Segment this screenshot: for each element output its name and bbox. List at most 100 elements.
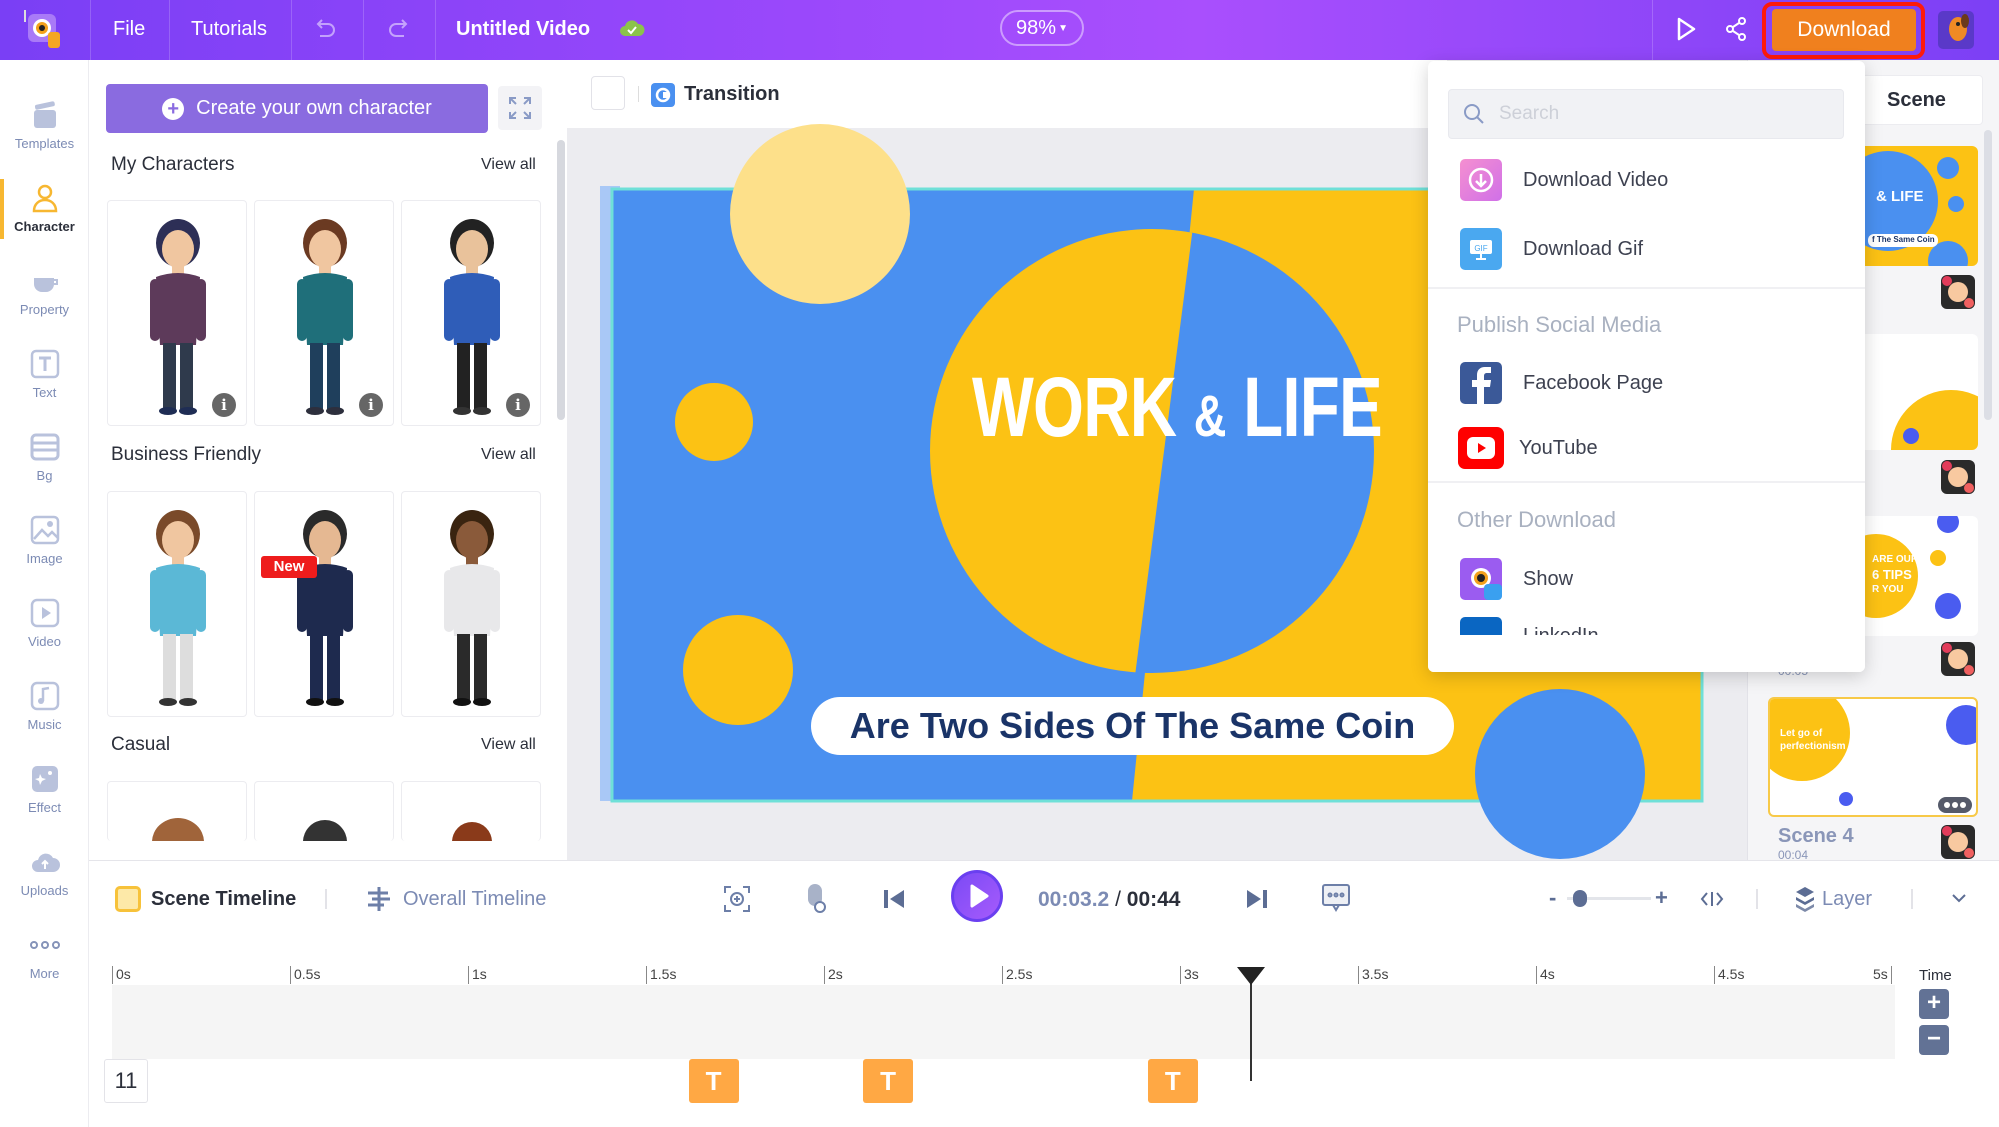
- time-zoom-in-button[interactable]: +: [1919, 989, 1949, 1019]
- transition-label[interactable]: Transition: [684, 83, 780, 106]
- app-logo[interactable]: [20, 8, 68, 52]
- sidebar-item-text[interactable]: Text: [0, 337, 89, 417]
- download-button[interactable]: Download: [1772, 9, 1916, 51]
- chevron-down-icon[interactable]: [1951, 891, 1967, 909]
- view-all-link[interactable]: View all: [481, 446, 536, 464]
- sidebar-item-character[interactable]: Character: [0, 171, 89, 251]
- view-all-link[interactable]: View all: [481, 156, 536, 174]
- info-icon[interactable]: i: [359, 393, 383, 417]
- play-button[interactable]: [951, 870, 1003, 922]
- sidebar-item-bg[interactable]: Bg: [0, 420, 89, 500]
- undo-icon[interactable]: [314, 16, 338, 45]
- sidebar-item-uploads[interactable]: Uploads: [0, 835, 89, 915]
- user-avatar[interactable]: [1938, 11, 1974, 49]
- time-zoom-out-button[interactable]: −: [1919, 1025, 1949, 1055]
- character-card[interactable]: [254, 781, 394, 841]
- character-card[interactable]: i: [401, 200, 541, 426]
- scene-character-avatar[interactable]: [1941, 275, 1975, 309]
- menu-label: YouTube: [1519, 436, 1598, 459]
- zoom-dropdown[interactable]: 98% ▼: [1000, 10, 1084, 46]
- scene-character-avatar[interactable]: [1941, 642, 1975, 676]
- microphone-icon[interactable]: [803, 883, 827, 920]
- camera-focus-icon[interactable]: [723, 885, 751, 918]
- thumb-line: R YOU: [1872, 584, 1904, 595]
- next-icon[interactable]: [1245, 887, 1269, 916]
- scene-thumbnail-4[interactable]: Let go of perfectionism: [1768, 697, 1978, 817]
- character-card[interactable]: [401, 491, 541, 717]
- download-search-input[interactable]: Search: [1448, 89, 1844, 139]
- menu-download-gif[interactable]: GIF Download Gif: [1428, 219, 1865, 279]
- transition-icon[interactable]: [651, 83, 675, 107]
- text-block[interactable]: T: [863, 1059, 914, 1103]
- sidebar-item-effect[interactable]: Effect: [0, 752, 89, 832]
- ruler-tick: 1.5s: [646, 966, 676, 984]
- slide-title[interactable]: WORK & LIFE: [972, 359, 1383, 456]
- panel-scrollbar[interactable]: [557, 140, 565, 420]
- timeline-track[interactable]: [112, 985, 1895, 1059]
- character-panel: + Create your own character My Character…: [89, 60, 567, 860]
- character-card[interactable]: i: [107, 200, 247, 426]
- thumb-text: Let go of perfectionism: [1780, 728, 1846, 752]
- project-title[interactable]: Untitled Video: [456, 18, 590, 41]
- layer-button[interactable]: Layer: [1822, 888, 1872, 911]
- scene-scrollbar[interactable]: [1984, 130, 1992, 420]
- menu-youtube[interactable]: YouTube: [1428, 418, 1865, 478]
- info-icon[interactable]: i: [506, 393, 530, 417]
- sidebar-item-property[interactable]: Property: [0, 254, 89, 334]
- menu-file[interactable]: File: [113, 18, 145, 41]
- thumb-title: & LIFE: [1876, 188, 1924, 205]
- zoom-minus-icon[interactable]: -: [1549, 885, 1556, 911]
- section-title: My Characters: [111, 154, 235, 175]
- scene-name[interactable]: Scene 4: [1778, 825, 1854, 848]
- subtitle-icon[interactable]: [1321, 883, 1351, 920]
- create-character-button[interactable]: + Create your own character: [106, 84, 488, 133]
- text-block[interactable]: T: [1147, 1059, 1198, 1103]
- menu-facebook-page[interactable]: Facebook Page: [1428, 353, 1865, 413]
- sidebar-item-more[interactable]: More: [0, 918, 89, 998]
- sidebar-item-label: Bg: [36, 468, 53, 483]
- info-icon[interactable]: i: [212, 393, 236, 417]
- sidebar-item-templates[interactable]: Templates: [0, 88, 89, 168]
- character-card[interactable]: [107, 781, 247, 841]
- menu-linkedin[interactable]: LinkedIn: [1428, 615, 1865, 635]
- playhead-handle[interactable]: [1237, 967, 1266, 985]
- share-icon[interactable]: [1724, 16, 1748, 47]
- image-icon: [30, 515, 59, 545]
- sidebar-item-label: Image: [26, 551, 63, 566]
- menu-download-video[interactable]: Download Video: [1428, 150, 1865, 210]
- menu-show[interactable]: Show: [1428, 549, 1865, 609]
- preview-play-icon[interactable]: [1674, 15, 1698, 48]
- expand-icon[interactable]: [498, 86, 542, 130]
- fit-width-icon[interactable]: [1700, 887, 1724, 916]
- sidebar-item-label: Uploads: [20, 883, 69, 898]
- tab-scene-timeline[interactable]: Scene Timeline: [151, 888, 296, 911]
- redo-icon[interactable]: [386, 16, 410, 45]
- character-card[interactable]: [401, 781, 541, 841]
- character-card[interactable]: [254, 491, 394, 717]
- sidebar-item-video[interactable]: Video: [0, 586, 89, 666]
- ruler-tick: 3s: [1180, 966, 1199, 984]
- timeline-zoom-slider[interactable]: - +: [1549, 883, 1669, 913]
- tab-overall-timeline[interactable]: Overall Timeline: [403, 888, 546, 911]
- zoom-plus-icon[interactable]: +: [1655, 885, 1668, 911]
- sidebar-item-image[interactable]: Image: [0, 503, 89, 583]
- previous-icon[interactable]: [882, 887, 906, 916]
- gif-icon: GIF: [1460, 228, 1502, 270]
- character-card[interactable]: [107, 491, 247, 717]
- text-block[interactable]: T: [688, 1059, 739, 1103]
- character-card[interactable]: i: [254, 200, 394, 426]
- sidebar-item-music[interactable]: Music: [0, 669, 89, 749]
- menu-tutorials[interactable]: Tutorials: [191, 18, 267, 41]
- cloud-saved-icon: [618, 16, 646, 45]
- property-icon: [33, 278, 58, 292]
- total-time: 00:44: [1126, 888, 1181, 911]
- slider-knob[interactable]: [1573, 890, 1588, 907]
- color-swatch[interactable]: [591, 76, 625, 110]
- sidebar-item-label: Templates: [14, 136, 75, 151]
- section-title: Casual: [111, 734, 171, 755]
- scene-character-avatar[interactable]: [1941, 825, 1975, 859]
- scene-character-avatar[interactable]: [1941, 460, 1975, 494]
- view-all-link[interactable]: View all: [481, 736, 536, 754]
- divider: [1428, 481, 1865, 483]
- slide-subtitle[interactable]: Are Two Sides Of The Same Coin: [811, 697, 1454, 755]
